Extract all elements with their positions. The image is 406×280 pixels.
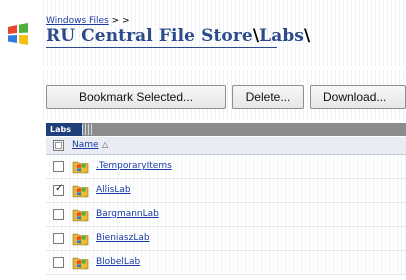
folder-icon <box>72 209 89 222</box>
breadcrumb-separator: > > <box>111 16 130 26</box>
breadcrumb: Windows Files > > <box>46 16 130 26</box>
folder-link[interactable]: AllisLab <box>96 185 131 195</box>
sort-ascending-icon: △ <box>102 140 109 149</box>
tab-grip <box>82 124 92 135</box>
windows-logo-icon <box>8 23 28 45</box>
folder-link[interactable]: BlobelLab <box>96 257 140 267</box>
folder-icon <box>72 233 89 246</box>
table-row: BargmannLab <box>46 203 406 227</box>
folder-link[interactable]: .TemporaryItems <box>96 161 172 171</box>
table-row: ✓ AllisLab <box>46 179 406 203</box>
folder-link[interactable]: BieniaszLab <box>96 233 150 243</box>
column-header-name[interactable]: Name <box>72 140 99 150</box>
panel-header-bar <box>46 123 406 136</box>
title-folder-link[interactable]: Labs <box>259 26 304 46</box>
table-row: BlobelLab <box>46 251 406 275</box>
breadcrumb-link-windows-files[interactable]: Windows Files <box>46 16 109 26</box>
folder-icon <box>72 257 89 270</box>
tab-labs[interactable]: Labs <box>46 123 82 136</box>
table-row: BieniaszLab <box>46 227 406 251</box>
folder-link[interactable]: BargmannLab <box>96 209 159 219</box>
bookmark-selected-button[interactable]: Bookmark Selected... <box>46 85 226 109</box>
row-checkbox[interactable] <box>53 161 64 172</box>
file-list-header: Name △ <box>46 137 406 155</box>
row-checkbox[interactable] <box>53 209 64 220</box>
folder-icon <box>72 161 89 174</box>
download-button[interactable]: Download... <box>310 85 406 109</box>
title-root-link[interactable]: RU Central File Store <box>46 26 253 46</box>
row-checkbox[interactable] <box>53 257 64 268</box>
title-trailing-separator: \ <box>303 26 311 46</box>
row-checkbox[interactable]: ✓ <box>53 183 64 196</box>
title-underline <box>46 47 277 48</box>
file-list: Name △ .TemporaryItems ✓ AllisLab Bargma… <box>46 137 406 275</box>
folder-icon <box>72 185 89 198</box>
row-checkbox[interactable] <box>53 233 64 244</box>
select-all-icon[interactable] <box>53 140 64 151</box>
checkmark-icon: ✓ <box>55 183 64 194</box>
table-row: .TemporaryItems <box>46 155 406 179</box>
delete-button[interactable]: Delete... <box>232 85 304 109</box>
page-title: RU Central File Store\Labs\ <box>46 26 310 46</box>
